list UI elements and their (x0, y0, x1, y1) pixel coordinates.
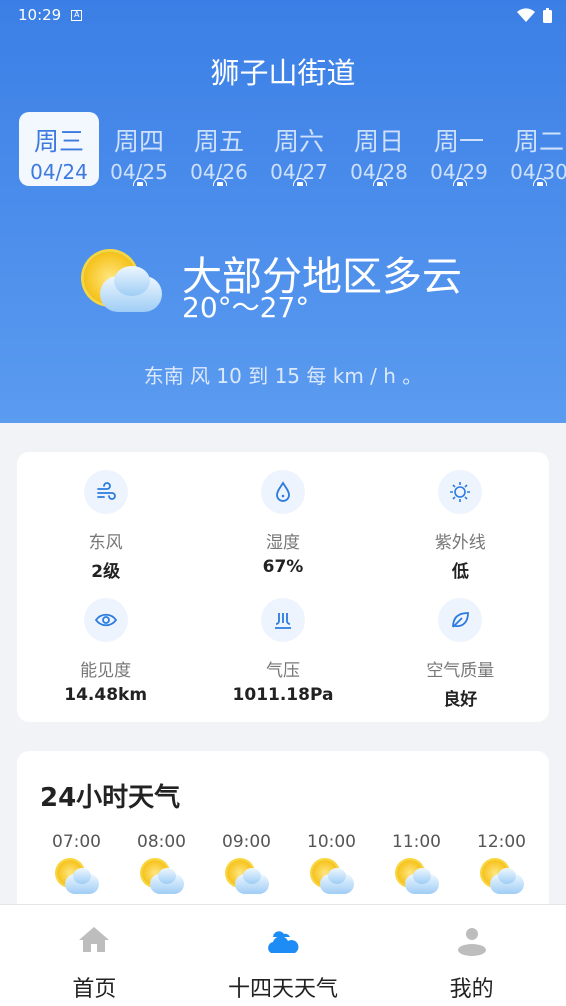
day-week: 周一 (433, 127, 484, 156)
wind-description: 东南 风 10 到 15 每 km / h 。 (143, 364, 423, 388)
nav-label: 十四天天气 (228, 977, 339, 1002)
hour-time: 09:00 (222, 832, 271, 852)
detail-label: 东风 (88, 533, 123, 553)
hour-time: 12:00 (477, 832, 526, 852)
nav-tab[interactable]: 首页 (0, 905, 189, 1006)
day-date: 04/24 (30, 160, 88, 184)
nav-tab[interactable]: 我的 (377, 905, 566, 1006)
wifi-icon (517, 8, 535, 22)
temperature-range: 20°～27° (182, 291, 310, 324)
hour-time: 07:00 (52, 832, 101, 852)
detail-value: 低 (451, 562, 469, 582)
nav-tab[interactable]: 十四天天气 (189, 905, 378, 1006)
detail-label: 湿度 (265, 533, 300, 553)
detail-value: 良好 (443, 690, 478, 710)
detail-item: 空气质量 良好 (372, 598, 549, 726)
day-week: 周四 (113, 127, 164, 156)
detail-value: 67% (262, 557, 304, 577)
day-week: 周六 (273, 127, 324, 156)
hour-time: 11:00 (392, 832, 441, 852)
day-tab[interactable]: 周二 04/30 (499, 112, 566, 186)
home-icon (79, 927, 110, 952)
day-tab[interactable]: 周五 04/26 (179, 112, 259, 186)
hour-time: 08:00 (137, 832, 186, 852)
weather-dot-icon (213, 178, 227, 186)
day-tab[interactable]: 周三 04/24 (19, 112, 99, 186)
weather-dot-icon (533, 178, 547, 186)
battery-icon (543, 7, 552, 23)
detail-item: 东风 2级 (17, 470, 194, 598)
leaf-icon (438, 598, 483, 642)
weather-details-card: 东风 2级 湿度 67% 紫外线低能见度 14.48km 气压 1011.18Pa 空气质量良好 (17, 452, 549, 722)
day-tab[interactable]: 周六 04/27 (259, 112, 339, 186)
detail-value: 2级 (91, 562, 121, 582)
droplet-icon (260, 470, 305, 514)
day-tab[interactable]: 周一 04/29 (419, 112, 499, 186)
partly-cloudy-icon (308, 856, 356, 898)
partly-cloudy-icon (78, 244, 166, 318)
nav-label: 我的 (449, 977, 494, 1002)
page-title: 狮子山街道 (210, 56, 356, 90)
day-tab[interactable]: 周四 04/25 (99, 112, 179, 186)
weather-dot-icon (373, 178, 387, 186)
detail-item: 紫外线低 (372, 470, 549, 598)
day-tab[interactable]: 周日 04/28 (339, 112, 419, 186)
partly-cloudy-icon (138, 856, 186, 898)
detail-label: 能见度 (80, 661, 132, 681)
day-selector: 周三 04/24 周四 04/25 周五 04/26 周六 04/27 周日 04/28 周一 04/… (19, 112, 566, 186)
day-week: 周二 (513, 127, 564, 156)
hour-time: 10:00 (307, 832, 356, 852)
weather-dot-icon (453, 178, 467, 186)
nav-label: 首页 (72, 977, 117, 1002)
day-week: 周日 (353, 127, 404, 156)
weather-dot-icon (293, 178, 307, 186)
day-week: 周五 (193, 127, 244, 156)
detail-item: 湿度 67% (194, 470, 371, 598)
status-time: 10:29 (18, 6, 62, 24)
detail-item: 能见度 14.48km (17, 598, 194, 726)
detail-label: 空气质量 (426, 661, 495, 681)
day-date: 04/30 (510, 160, 566, 184)
wind-icon (83, 470, 128, 514)
partly-cloudy-icon (478, 856, 526, 898)
notification-icon: A (71, 9, 83, 21)
detail-value: 1011.18Pa (232, 685, 334, 705)
detail-label: 气压 (265, 661, 300, 681)
detail-value: 14.48km (64, 685, 148, 705)
status-bar: 10:29 A (18, 6, 552, 24)
header: 10:29 A 狮子山街道 周三 04/24 周四 04/25 周五 04/26 周六 04/2… (0, 0, 566, 423)
partly-cloudy-icon (393, 856, 441, 898)
bottom-nav: 首页 十四天天气 我的 (0, 904, 566, 1006)
eye-icon (83, 598, 128, 642)
hourly-title: 24小时天气 (40, 783, 181, 813)
weather-dot-icon (133, 178, 147, 186)
detail-item: 气压 1011.18Pa (194, 598, 371, 726)
detail-label: 紫外线 (434, 533, 486, 553)
partly-cloudy-icon (53, 856, 101, 898)
partly-cloudy-icon (223, 856, 271, 898)
sun-icon (438, 470, 483, 514)
user-icon (457, 928, 486, 956)
pressure-icon (260, 598, 305, 642)
day-week: 周三 (33, 127, 84, 156)
cloud-icon (268, 931, 299, 953)
